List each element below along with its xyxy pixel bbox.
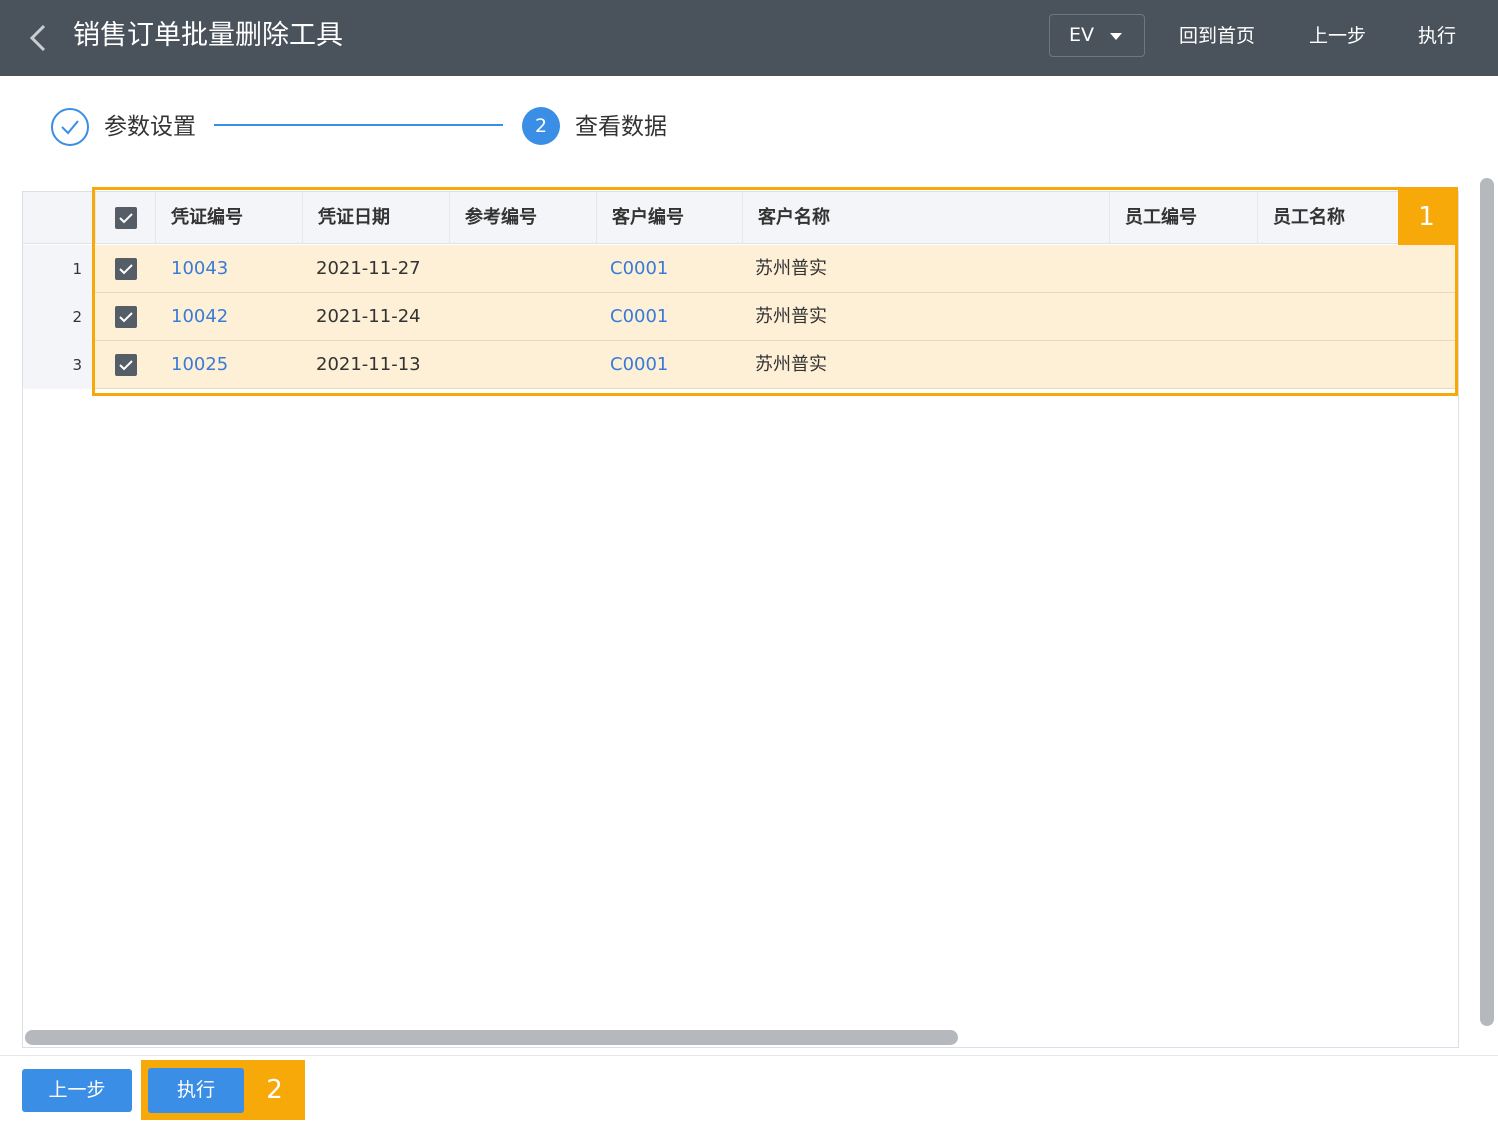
check-icon bbox=[61, 120, 79, 135]
step-2-label: 查看数据 bbox=[575, 114, 667, 140]
header-execute-link[interactable]: 执行 bbox=[1418, 22, 1456, 50]
execute-button[interactable]: 执行 bbox=[148, 1068, 244, 1113]
row-number-column-divider bbox=[23, 192, 95, 389]
step-2-number: 2 bbox=[522, 107, 560, 145]
prev-step-button[interactable]: 上一步 bbox=[22, 1069, 132, 1112]
step-1-label: 参数设置 bbox=[104, 114, 196, 140]
environment-dropdown[interactable]: EV bbox=[1049, 14, 1145, 57]
vertical-scrollbar[interactable] bbox=[1480, 178, 1494, 1026]
annotation-badge-2: 2 bbox=[247, 1063, 302, 1117]
back-arrow-icon[interactable] bbox=[24, 22, 52, 54]
annotation-badge-1: 1 bbox=[1398, 189, 1455, 245]
environment-value: EV bbox=[1069, 24, 1095, 46]
footer-divider bbox=[0, 1055, 1498, 1056]
top-bar: 销售订单批量删除工具 EV 回到首页 上一步 执行 bbox=[0, 0, 1498, 76]
horizontal-scrollbar[interactable] bbox=[25, 1030, 958, 1045]
header-prev-step-link[interactable]: 上一步 bbox=[1309, 22, 1366, 50]
caret-down-icon bbox=[1110, 33, 1122, 40]
home-link[interactable]: 回到首页 bbox=[1179, 22, 1255, 50]
step-connector bbox=[214, 124, 503, 126]
step-1-done-indicator bbox=[51, 108, 89, 146]
app-title: 销售订单批量删除工具 bbox=[73, 20, 343, 51]
highlight-box-data-rows bbox=[92, 187, 1458, 396]
